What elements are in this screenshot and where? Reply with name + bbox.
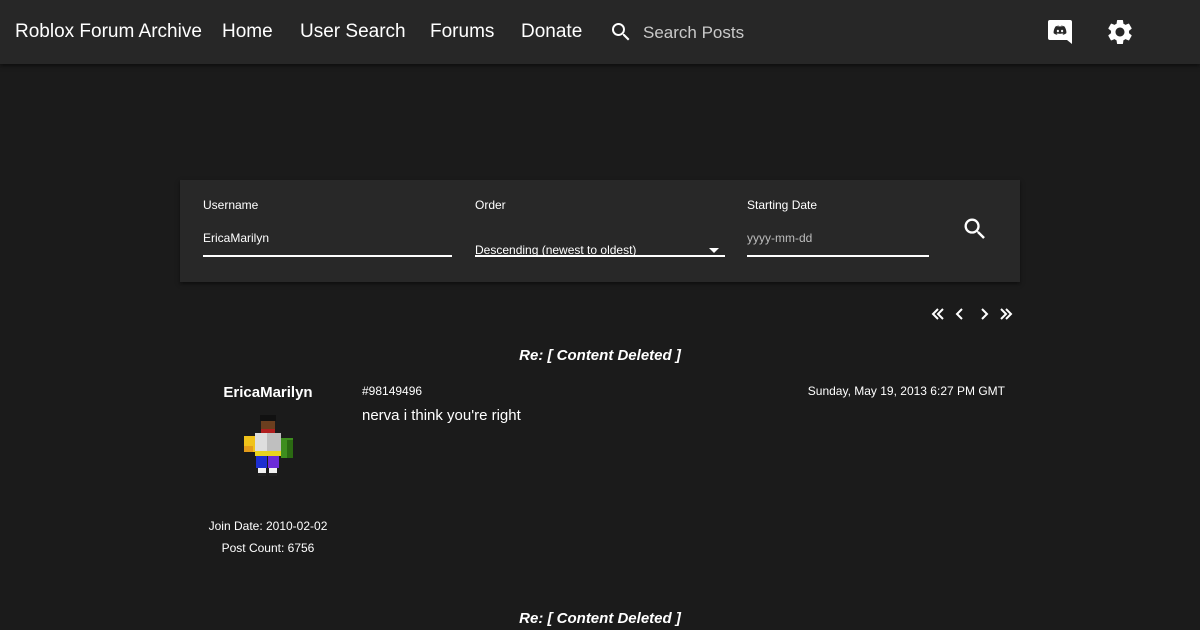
- post-title[interactable]: Re: [ Content Deleted ]: [180, 347, 1020, 364]
- starting-date-field: Starting Date: [747, 198, 929, 257]
- first-page-icon[interactable]: [929, 305, 947, 323]
- nav-home-link[interactable]: Home: [222, 21, 273, 43]
- post-body: nerva i think you're right: [362, 407, 521, 424]
- starting-date-input[interactable]: [747, 226, 929, 257]
- post-count: Post Count: 6756: [221, 541, 315, 555]
- username-label: Username: [203, 198, 259, 212]
- order-select[interactable]: Descending (newest to oldest): [475, 226, 725, 257]
- order-selected-value: Descending (newest to oldest): [475, 243, 637, 257]
- nav-donate-link[interactable]: Donate: [521, 21, 582, 43]
- caret-down-icon: [709, 248, 719, 253]
- top-nav-bar: Roblox Forum Archive Home User Search Fo…: [0, 0, 1200, 64]
- post-title[interactable]: Re: [ Content Deleted ]: [180, 610, 1020, 627]
- search-posts-input[interactable]: [643, 20, 973, 46]
- user-search-panel: Username Order Descending (newest to old…: [180, 180, 1020, 282]
- last-page-icon[interactable]: [997, 305, 1015, 323]
- starting-date-label: Starting Date: [747, 198, 818, 212]
- gear-icon[interactable]: [1105, 17, 1135, 47]
- post-date: Sunday, May 19, 2013 6:27 PM GMT: [807, 384, 1005, 398]
- brand-link[interactable]: Roblox Forum Archive: [15, 21, 202, 43]
- search-icon: [612, 23, 630, 41]
- username-input[interactable]: [203, 226, 452, 257]
- join-date: Join Date: 2010-02-02: [208, 519, 328, 533]
- avatar: [244, 415, 293, 476]
- prev-page-icon[interactable]: [951, 305, 969, 323]
- nav-user-search-link[interactable]: User Search: [300, 21, 406, 43]
- order-label: Order: [475, 198, 506, 212]
- discord-icon[interactable]: [1046, 18, 1074, 46]
- username-field: Username: [203, 198, 452, 257]
- post-author-card: EricaMarilyn Join Date: 2010-02-02 Post …: [188, 384, 348, 555]
- post-id[interactable]: #98149496: [362, 384, 422, 398]
- nav-forums-link[interactable]: Forums: [430, 21, 494, 43]
- order-field: Order Descending (newest to oldest): [475, 198, 725, 257]
- search-icon[interactable]: [961, 215, 989, 243]
- author-name-link[interactable]: EricaMarilyn: [188, 384, 348, 401]
- next-page-icon[interactable]: [975, 305, 993, 323]
